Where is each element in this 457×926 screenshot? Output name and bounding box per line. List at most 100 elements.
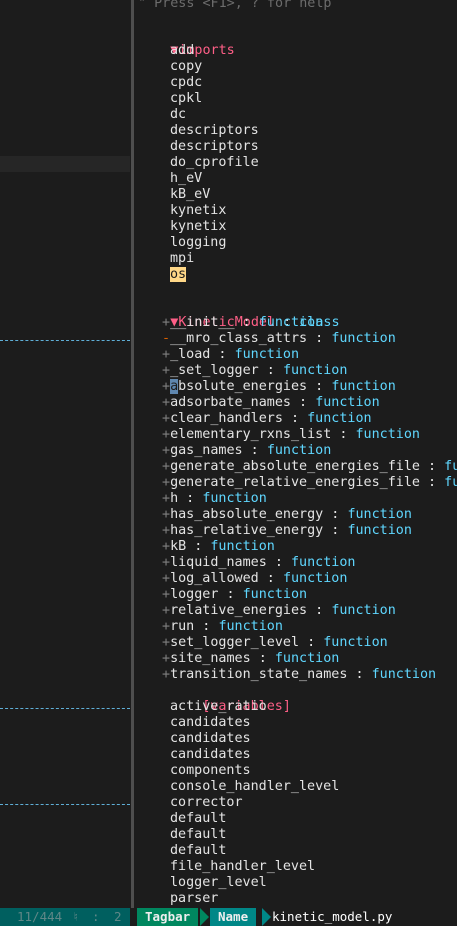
visibility-marker: +	[162, 427, 171, 442]
function-name: gas_names	[170, 443, 243, 458]
type-separator: :	[299, 635, 324, 650]
import-name: copy	[170, 59, 203, 74]
editor-left-pane[interactable]	[0, 0, 130, 908]
function-name: liquid_names	[170, 555, 267, 570]
import-name: kB_eV	[170, 187, 211, 202]
visibility-marker: +	[162, 619, 171, 634]
variable-item[interactable]: console_handler_level	[170, 779, 339, 795]
visibility-marker: +	[162, 491, 171, 506]
function-item[interactable]: +elementary_rxns_list : function	[162, 427, 420, 443]
type-separator: :	[218, 587, 243, 602]
function-item[interactable]: +h : function	[162, 491, 267, 507]
visibility-marker: +	[162, 347, 171, 362]
type-separator: :	[250, 651, 275, 666]
type-separator: :	[307, 379, 332, 394]
function-item[interactable]: +gas_names : function	[162, 443, 331, 459]
function-item[interactable]: +relative_energies : function	[162, 603, 396, 619]
function-item[interactable]: +log_allowed : function	[162, 571, 347, 587]
type-separator: :	[282, 411, 308, 426]
variable-item[interactable]: candidates	[170, 715, 251, 731]
function-item[interactable]: +kB : function	[162, 539, 275, 555]
function-item[interactable]: +liquid_names : function	[162, 555, 356, 571]
visibility-marker: +	[162, 523, 171, 538]
variable-item[interactable]: active_ratio	[170, 699, 267, 715]
function-name: _load	[170, 347, 211, 362]
variable-item[interactable]: corrector	[170, 795, 243, 811]
function-item[interactable]: +__init__ : function	[162, 315, 323, 331]
tagbar-panel[interactable]: " Press <F1>, ? for help ▼imports add cop…	[134, 0, 457, 908]
function-item[interactable]: +set_logger_level : function	[162, 635, 388, 651]
function-item[interactable]: +logger : function	[162, 587, 307, 603]
type-separator: :	[242, 443, 267, 458]
import-name: cpdc	[170, 75, 203, 90]
visibility-marker: +	[162, 635, 171, 650]
function-item[interactable]: +clear_handlers : function	[162, 411, 372, 427]
function-item[interactable]: -__mro_class_attrs : function	[162, 331, 396, 347]
variable-item[interactable]: logger_level	[170, 875, 267, 891]
import-item[interactable]: os	[170, 267, 187, 283]
line-number-icon: ♮	[72, 909, 80, 924]
visibility-marker: +	[162, 651, 171, 666]
import-item[interactable]: kB_eV	[170, 187, 210, 203]
import-item[interactable]: mpi	[170, 251, 194, 267]
imports-header[interactable]: ▼imports	[138, 27, 235, 58]
variable-item[interactable]: default	[170, 811, 226, 827]
function-type: function	[371, 667, 437, 682]
function-name: logger	[170, 587, 219, 602]
function-name: set_logger_level	[170, 635, 300, 650]
import-item[interactable]: h_eV	[170, 171, 202, 187]
function-item[interactable]: +site_names : function	[162, 651, 339, 667]
function-item[interactable]: +adsorbate_names : function	[162, 395, 380, 411]
import-name: descriptors	[170, 123, 259, 138]
type-separator: :	[419, 459, 445, 474]
visibility-marker: +	[162, 363, 171, 378]
variable-item[interactable]: default	[170, 827, 226, 843]
import-item[interactable]: logging	[170, 235, 226, 251]
status-sort-segment: Name	[210, 908, 257, 926]
type-separator: :	[210, 347, 235, 362]
import-item[interactable]: dc	[170, 107, 186, 123]
import-item[interactable]: add	[170, 43, 194, 59]
visibility-marker: +	[162, 571, 171, 586]
class-header[interactable]: ▼KineticModel : class	[138, 299, 339, 330]
variable-item[interactable]: components	[170, 763, 251, 779]
import-item[interactable]: do_cprofile	[170, 155, 259, 171]
function-item[interactable]: +_set_logger : function	[162, 363, 347, 379]
function-type: function	[242, 587, 308, 602]
function-type: fu	[444, 459, 457, 474]
function-item[interactable]: +run : function	[162, 619, 283, 635]
variable-item[interactable]: parser	[170, 891, 218, 907]
variable-item[interactable]: default	[170, 843, 226, 859]
function-type: function	[274, 651, 340, 666]
import-item[interactable]: descriptors	[170, 123, 259, 139]
import-item[interactable]: kynetix	[170, 203, 226, 219]
segment-arrow-icon	[200, 908, 209, 926]
import-item[interactable]: kynetix	[170, 219, 226, 235]
function-item[interactable]: +generate_absolute_energies_file : fu	[162, 459, 457, 475]
visibility-marker: +	[162, 379, 171, 394]
function-type: function	[202, 491, 267, 506]
function-item[interactable]: +transition_state_names : function	[162, 667, 436, 683]
visibility-marker: +	[162, 507, 171, 522]
variables-header[interactable]: [variables]	[170, 683, 291, 714]
import-item[interactable]: descriptors	[170, 139, 259, 155]
cursor-line	[0, 156, 130, 172]
variable-item[interactable]: file_handler_level	[170, 859, 315, 875]
variable-item[interactable]: candidates	[170, 747, 251, 763]
fold-marker-line	[0, 804, 130, 805]
import-item[interactable]: cpkl	[170, 91, 202, 107]
function-item[interactable]: +has_absolute_energy : function	[162, 507, 412, 523]
import-item[interactable]: cpdc	[170, 75, 202, 91]
function-type: function	[218, 619, 283, 634]
function-item[interactable]: +has_relative_energy : function	[162, 523, 412, 539]
type-separator: :	[234, 315, 259, 330]
function-item[interactable]: +absolute_energies : function	[162, 379, 396, 395]
function-item[interactable]: +generate_relative_energies_file : fu	[162, 475, 457, 491]
visibility-marker: -	[162, 331, 171, 346]
function-item[interactable]: +_load : function	[162, 347, 299, 363]
variable-item[interactable]: candidates	[170, 731, 251, 747]
position-separator: :	[92, 909, 100, 924]
function-type: function	[258, 315, 324, 330]
import-item[interactable]: copy	[170, 59, 202, 75]
function-type: function	[331, 379, 396, 394]
